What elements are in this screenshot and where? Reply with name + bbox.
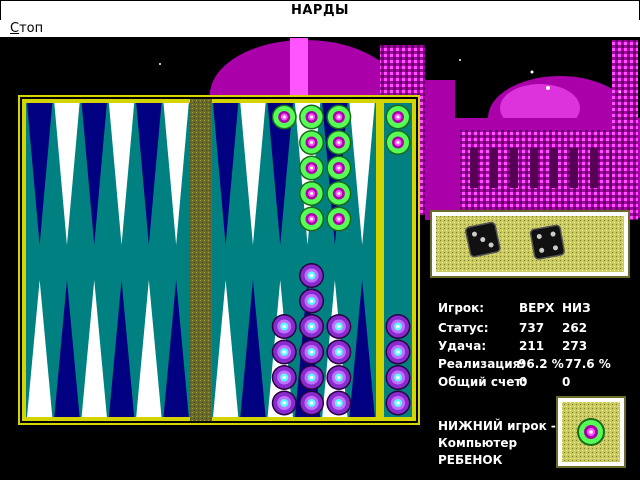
score-bottom-value: 0 xyxy=(562,375,571,389)
luck-top-value: 211 xyxy=(519,339,545,353)
green-checker[interactable] xyxy=(299,206,325,232)
green-checker[interactable] xyxy=(271,104,297,130)
purple-checker[interactable] xyxy=(385,314,411,339)
left-board-field xyxy=(26,103,190,417)
title-bar: НАРДЫ xyxy=(0,0,640,21)
purple-checker[interactable] xyxy=(299,288,325,314)
green-checker[interactable] xyxy=(326,155,352,181)
turn-level-text: РЕБЕНОК xyxy=(438,453,503,467)
menu-stop-hotkey: С xyxy=(10,21,20,36)
purple-checker[interactable] xyxy=(326,365,352,390)
green-checker[interactable] xyxy=(299,104,325,130)
green-checker[interactable] xyxy=(299,130,325,155)
game-area: Игрок: ВЕРХ НИЗ Статус: 737 262 Удача: 2… xyxy=(0,38,640,480)
turn-player-text: НИЖНИЙ игрок - xyxy=(438,419,556,433)
luck-bottom-value: 273 xyxy=(562,339,588,353)
realization-bottom-value: 77.6 % xyxy=(565,357,611,371)
green-checker[interactable] xyxy=(385,104,411,130)
luck-label: Удача: xyxy=(438,339,487,353)
purple-checker[interactable] xyxy=(299,314,325,339)
window-title: НАРДЫ xyxy=(290,3,350,18)
purple-checker[interactable] xyxy=(326,314,352,339)
backgammon-board xyxy=(18,95,420,425)
purple-checker[interactable] xyxy=(299,339,325,365)
purple-checker[interactable] xyxy=(299,263,325,288)
purple-checker[interactable] xyxy=(326,339,352,365)
purple-checker[interactable] xyxy=(326,390,352,416)
realization-label: Реализация: xyxy=(438,357,526,371)
score-top-value: 0 xyxy=(519,375,528,389)
player-label: Игрок: xyxy=(438,301,485,315)
purple-checker[interactable] xyxy=(271,339,297,365)
menu-stop-rest: топ xyxy=(19,21,44,36)
die-1 xyxy=(464,221,501,258)
green-checker[interactable] xyxy=(326,206,352,232)
purple-checker[interactable] xyxy=(271,390,297,416)
green-checker[interactable] xyxy=(299,181,325,206)
menu-stop[interactable]: Стоп xyxy=(10,20,43,37)
purple-checker[interactable] xyxy=(385,339,411,365)
green-checker[interactable] xyxy=(385,130,411,155)
center-bar xyxy=(190,99,212,421)
status-bottom-value: 262 xyxy=(562,321,588,335)
green-checker[interactable] xyxy=(326,130,352,155)
turn-indicator-panel xyxy=(556,396,626,468)
score-label: Общий счет: xyxy=(438,375,527,389)
realization-top-value: 96.2 % xyxy=(518,357,564,371)
green-checker[interactable] xyxy=(326,181,352,206)
dice-panel xyxy=(430,210,630,278)
purple-checker[interactable] xyxy=(385,365,411,390)
die-2 xyxy=(529,224,565,260)
col-top-header: ВЕРХ xyxy=(519,301,555,315)
status-top-value: 737 xyxy=(519,321,545,335)
green-checker[interactable] xyxy=(326,104,352,130)
menu-bar: Стоп xyxy=(0,20,640,38)
green-checker[interactable] xyxy=(299,155,325,181)
purple-checker[interactable] xyxy=(271,365,297,390)
turn-type-text: Компьютер xyxy=(438,436,518,450)
purple-checker[interactable] xyxy=(299,390,325,416)
col-bottom-header: НИЗ xyxy=(562,301,591,315)
turn-indicator-checker xyxy=(577,418,605,446)
purple-checker[interactable] xyxy=(299,365,325,390)
status-label: Статус: xyxy=(438,321,489,335)
purple-checker[interactable] xyxy=(271,314,297,339)
purple-checker[interactable] xyxy=(385,390,411,416)
